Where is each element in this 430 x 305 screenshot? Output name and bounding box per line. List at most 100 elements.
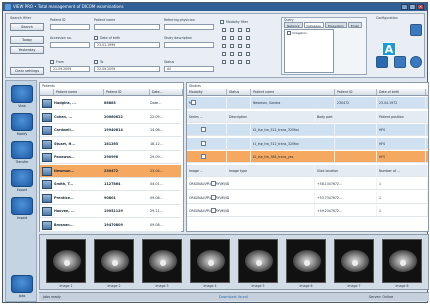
expand-toggle-icon[interactable] <box>201 127 206 132</box>
expand-toggle-icon[interactable] <box>191 100 196 105</box>
modality-checkbox[interactable] <box>246 60 250 64</box>
accession-input[interactable] <box>50 42 90 48</box>
table-row[interactable]: Newman... 230472 23.04... <box>40 164 181 178</box>
image-subheader[interactable]: Image ... Image type Slice location Number … <box>187 164 428 177</box>
series-row[interactable]: t1_tse_tra_512_trans_320fov HFS <box>187 137 428 150</box>
modality-checkbox[interactable] <box>238 60 242 64</box>
modality-checkbox[interactable] <box>230 60 234 64</box>
column-header[interactable]: Date... <box>150 89 183 95</box>
from-checkbox[interactable] <box>50 60 54 64</box>
image-row[interactable]: ORIGINAL\PRIMARY\M\ND +53.7347672... 1 <box>187 191 428 204</box>
maximize-button[interactable]: □ <box>409 4 416 10</box>
modality-checkbox[interactable] <box>230 28 234 32</box>
table-row[interactable]: Brosnan... 19470809 09.08... <box>40 219 181 232</box>
column-header[interactable]: Date of birth <box>377 89 426 95</box>
column-header[interactable] <box>40 89 54 95</box>
clear-settings-button[interactable]: Clear settings <box>10 67 44 75</box>
expand-toggle-icon[interactable] <box>211 208 216 213</box>
modality-checkbox[interactable] <box>246 44 250 48</box>
settings-icon[interactable] <box>394 56 406 68</box>
to-checkbox[interactable] <box>94 60 98 64</box>
study-row[interactable]: MRNewman, Sandra23047223.04.1972 <box>187 97 428 109</box>
table-row[interactable]: Hooven, ... 19051129 29.11... <box>40 205 181 218</box>
search-button[interactable]: Search <box>10 23 44 31</box>
modality-checkbox[interactable] <box>246 28 250 32</box>
modality-checkbox[interactable] <box>222 36 226 40</box>
tab-filesystem[interactable]: Filesystem <box>324 22 347 28</box>
yesterday-button[interactable]: Yesterday <box>10 46 44 54</box>
column-header[interactable]: Modality <box>187 89 227 95</box>
mri-slice-thumbnail[interactable] <box>334 239 374 283</box>
expand-toggle-icon[interactable] <box>201 154 206 159</box>
mri-slice-thumbnail[interactable] <box>238 239 278 283</box>
tab-database[interactable]: Database <box>303 22 324 28</box>
image-row[interactable]: ORIGINAL\PRIMARY\M\ND +49.2347672... 1 <box>187 205 428 217</box>
table-row[interactable]: Hudgins, ... 86883 Date... <box>40 97 181 110</box>
tab-network[interactable]: Network <box>284 22 303 28</box>
table-row[interactable]: Smith, T... 1127864 04.01... <box>40 178 181 191</box>
status-select[interactable]: All <box>164 66 214 72</box>
modality-checkbox[interactable] <box>238 28 242 32</box>
column-header[interactable]: Patient name <box>54 89 104 95</box>
import-icon[interactable] <box>11 197 33 215</box>
series-subheader[interactable]: Series ... Description Body part Patient po… <box>187 110 428 123</box>
mri-slice-thumbnail[interactable] <box>142 239 182 283</box>
series-row[interactable]: t2_tse_tra_384_trans_yes HFS <box>187 151 428 163</box>
modality-checkbox[interactable] <box>222 52 226 56</box>
patient-date-cell: 09.08... <box>150 222 163 227</box>
study-description-input[interactable] <box>164 42 214 48</box>
export-icon[interactable] <box>11 169 33 187</box>
mri-slice-thumbnail[interactable] <box>190 239 230 283</box>
column-header[interactable]: Status <box>227 89 251 95</box>
list-item[interactable]: Imagebox <box>286 31 332 36</box>
image-row[interactable]: ORIGINAL\PRIMARY\M\ND +58.1347672... 1 <box>187 178 428 190</box>
table-row[interactable]: Stuart, H... 181265 18.12... <box>40 138 181 151</box>
modality-checkbox[interactable] <box>222 28 226 32</box>
modality-checkbox[interactable] <box>238 36 242 40</box>
modality-filter-checkbox[interactable] <box>220 20 224 24</box>
book-icon[interactable] <box>376 56 388 68</box>
modality-checkbox[interactable] <box>246 36 250 40</box>
column-header[interactable]: Patient ID <box>335 89 377 95</box>
tab-email[interactable]: Email <box>347 22 363 28</box>
minimize-button[interactable]: _ <box>401 4 408 10</box>
table-row[interactable]: Cardwell... 19940614 14.06... <box>40 124 181 137</box>
referring-physician-input[interactable] <box>164 24 214 30</box>
network-config-icon[interactable] <box>410 24 422 36</box>
mri-slice-thumbnail[interactable] <box>382 239 422 283</box>
modality-checkbox[interactable] <box>238 52 242 56</box>
mri-slice-thumbnail[interactable] <box>286 239 326 283</box>
table-row[interactable]: Panawos... 290996 29.09... <box>40 151 181 164</box>
modify-icon[interactable] <box>11 113 33 131</box>
expand-toggle-icon[interactable] <box>211 194 216 200</box>
patient-id-input[interactable] <box>50 24 90 30</box>
view-icon[interactable] <box>11 85 33 103</box>
to-date-input[interactable]: 22.09.2009 <box>94 66 160 72</box>
modality-checkbox[interactable] <box>230 52 234 56</box>
modality-checkbox[interactable] <box>222 44 226 48</box>
expand-toggle-icon[interactable] <box>211 181 216 186</box>
modality-checkbox[interactable] <box>238 44 242 48</box>
modality-checkbox[interactable] <box>230 36 234 40</box>
transfer-icon[interactable] <box>11 141 33 159</box>
table-row[interactable]: Prentice... 90801 09.08... <box>40 192 181 205</box>
today-button[interactable]: Today <box>10 36 44 44</box>
close-button[interactable]: × <box>417 4 424 10</box>
modality-checkbox[interactable] <box>230 44 234 48</box>
modality-checkbox[interactable] <box>222 60 226 64</box>
column-header[interactable]: Patient ID <box>104 89 150 95</box>
jobs-icon[interactable] <box>11 275 33 293</box>
mri-slice-thumbnail[interactable] <box>46 239 86 283</box>
imagebox-checkbox[interactable] <box>287 31 291 35</box>
date-of-birth-checkbox[interactable] <box>94 36 98 40</box>
expand-toggle-icon[interactable] <box>201 140 206 146</box>
from-date-input[interactable]: 21.09.2009 <box>50 66 90 72</box>
date-of-birth-input[interactable]: 23.01.1999 <box>94 42 160 48</box>
table-row[interactable]: Cohen, ... 20060622 22.09... <box>40 111 181 124</box>
column-header[interactable]: Patient name <box>251 89 335 95</box>
mri-slice-thumbnail[interactable] <box>94 239 134 283</box>
patient-name-input[interactable] <box>94 24 160 30</box>
modality-checkbox[interactable] <box>246 52 250 56</box>
info-icon[interactable] <box>410 56 422 68</box>
series-row[interactable]: t2_tse_tra_512_trans_320fov HFS <box>187 124 428 136</box>
